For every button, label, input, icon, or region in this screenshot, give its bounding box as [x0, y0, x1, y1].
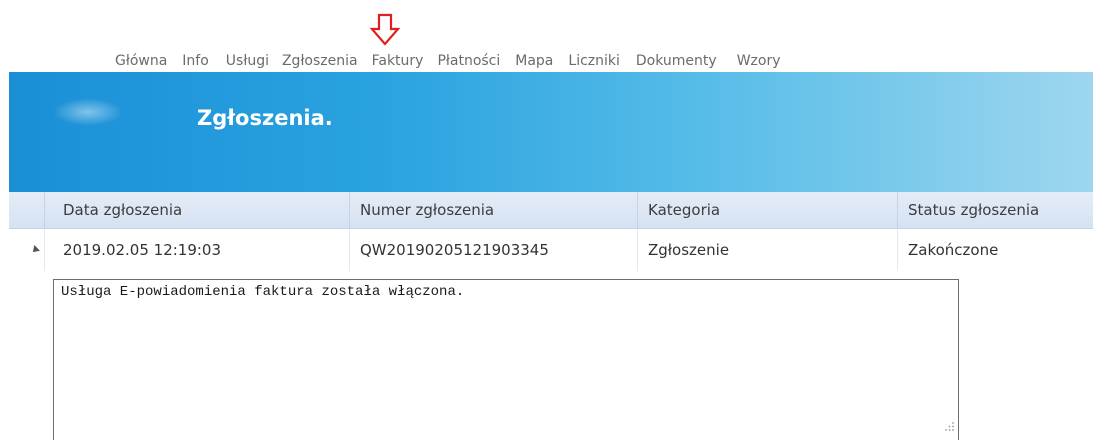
cell-category: Zgłoszenie [637, 229, 897, 271]
nav-item-info[interactable]: Info [182, 53, 209, 69]
header-expand-column [9, 192, 44, 228]
column-header-date[interactable]: Data zgłoszenia [44, 192, 349, 228]
blurred-logo [53, 98, 123, 126]
detail-textarea[interactable]: Usługa E-powiadomienia faktura została w… [53, 279, 959, 440]
column-header-category[interactable]: Kategoria [637, 192, 897, 228]
page-banner: Zgłoszenia. [9, 72, 1093, 192]
page: Główna Info Usługi Zgłoszenia Faktury Pł… [0, 0, 1093, 440]
row-expand-cell[interactable] [9, 229, 44, 271]
cell-date: 2019.02.05 12:19:03 [44, 229, 349, 271]
nav-item-wzory[interactable]: Wzory [737, 53, 781, 69]
page-title: Zgłoszenia. [197, 106, 333, 130]
resize-grip-icon[interactable] [943, 420, 955, 432]
expand-toggle-icon[interactable] [30, 245, 40, 255]
cell-number: QW20190205121903345 [349, 229, 637, 271]
nav-item-uslugi[interactable]: Usługi [226, 53, 269, 69]
down-arrow-icon [370, 13, 400, 46]
cell-status: Zakończone [897, 229, 1093, 271]
table-row[interactable]: 2019.02.05 12:19:03 QW20190205121903345 … [9, 229, 1093, 271]
column-header-status[interactable]: Status zgłoszenia [897, 192, 1093, 228]
column-header-number[interactable]: Numer zgłoszenia [349, 192, 637, 228]
nav-item-glowna[interactable]: Główna [115, 53, 167, 69]
main-nav: Główna Info Usługi Zgłoszenia Faktury Pł… [115, 50, 796, 72]
nav-item-mapa[interactable]: Mapa [515, 53, 553, 69]
nav-item-faktury[interactable]: Faktury [372, 53, 424, 69]
nav-item-zgloszenia[interactable]: Zgłoszenia [282, 53, 358, 69]
nav-item-dokumenty[interactable]: Dokumenty [636, 53, 717, 69]
table-header: Data zgłoszenia Numer zgłoszenia Kategor… [9, 192, 1093, 229]
nav-item-liczniki[interactable]: Liczniki [568, 53, 620, 69]
nav-item-platnosci[interactable]: Płatności [437, 53, 500, 69]
